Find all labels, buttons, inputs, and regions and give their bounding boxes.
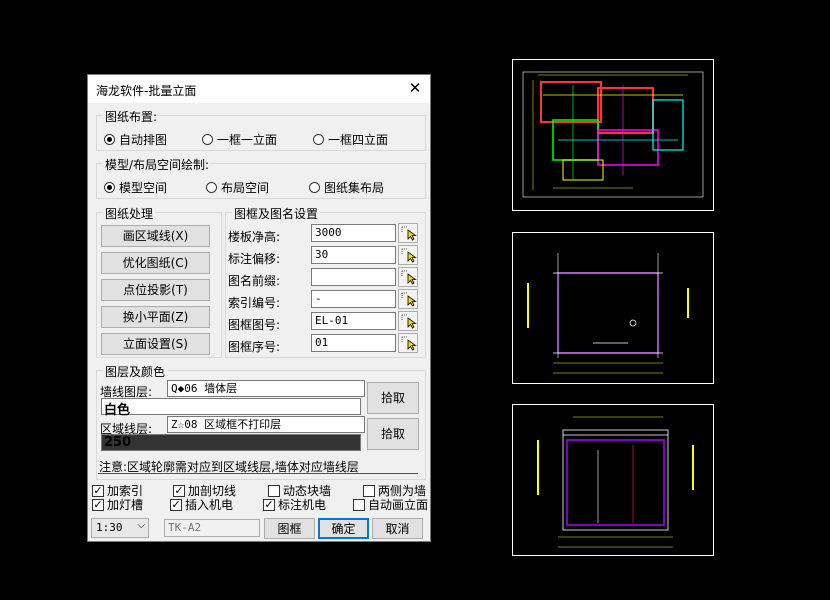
radio-dot	[309, 182, 320, 193]
floor-plan-drawing	[522, 71, 704, 198]
checkbox-annotate-mep[interactable]: ✓ 标注机电	[263, 496, 326, 513]
region-layer-input[interactable]: Z☆08 区域框不打印层	[167, 416, 365, 433]
radio-label: 自动排图	[119, 133, 168, 147]
pick-cursor-icon[interactable]	[398, 333, 418, 353]
dialog-title: 海龙软件-批量立面	[96, 84, 197, 98]
floor-height-input[interactable]: 3000	[311, 224, 396, 242]
frame-name-input[interactable]: TK-A2	[164, 519, 260, 537]
frame-serial-label: 图框序号:	[228, 340, 281, 354]
layout-group-label: 图纸布置:	[103, 108, 160, 125]
checkbox-box	[353, 498, 365, 511]
pick-cursor-icon[interactable]	[398, 289, 418, 309]
radio-model-space[interactable]: 模型空间	[104, 179, 167, 196]
dim-offset-label: 标注偏移:	[228, 252, 281, 266]
close-icon[interactable]: ✕	[406, 79, 424, 97]
pick-cursor-icon[interactable]	[398, 267, 418, 287]
batch-elevation-dialog: 海龙软件-批量立面 ✕ 图纸布置: 自动排图 一框一立面 一框四立面 模型/布局…	[87, 74, 431, 542]
draw-region-button[interactable]: 画区域线(X)	[101, 225, 210, 247]
checkbox-box: ✓	[92, 483, 104, 497]
pick-cursor-icon[interactable]	[398, 311, 418, 331]
frame-drawing-no-input[interactable]: EL-01	[311, 312, 396, 330]
radio-dot	[313, 134, 324, 145]
processing-group-label: 图纸处理	[103, 205, 156, 222]
wall-color-swatch[interactable]: 白色	[101, 398, 361, 418]
radio-label: 图纸集布局	[324, 181, 385, 195]
region-color-swatch[interactable]: 250	[101, 434, 361, 451]
scale-select[interactable]: 1:30 ⌵	[91, 518, 149, 538]
radio-dot	[206, 182, 217, 193]
checkbox-add-light-slot[interactable]: ✓ 加灯槽	[92, 496, 143, 513]
wall-color-name: 白色	[104, 403, 131, 418]
frame-settings-group-label: 图框及图名设置	[232, 205, 321, 222]
elevation-preview-2	[512, 404, 714, 556]
checkbox-box: ✓	[263, 497, 275, 511]
radio-dot	[104, 182, 115, 193]
name-prefix-input[interactable]	[311, 268, 396, 286]
pick-cursor-icon[interactable]	[398, 223, 418, 243]
checkbox-insert-mep[interactable]: ✓ 插入机电	[170, 496, 233, 513]
radio-one-frame-one[interactable]: 一框一立面	[202, 131, 277, 148]
elevation-settings-button[interactable]: 立面设置(S)	[101, 333, 210, 355]
floor-height-label: 楼板净高:	[228, 230, 281, 244]
dim-offset-input[interactable]: 30	[311, 246, 396, 264]
space-group-label: 模型/布局空间绘制:	[103, 156, 212, 173]
elevation-drawing-2	[537, 416, 694, 548]
pick-region-layer-button[interactable]: 拾取	[367, 418, 419, 450]
checkbox-label: 加灯槽	[107, 498, 144, 512]
radio-auto-layout[interactable]: 自动排图	[104, 131, 167, 148]
cancel-button[interactable]: 取消	[372, 518, 423, 539]
checkbox-box	[268, 484, 280, 497]
checkbox-box: ✓	[170, 497, 182, 511]
pick-cursor-icon[interactable]	[398, 245, 418, 265]
radio-dot	[202, 134, 213, 145]
elevation-drawing-1	[527, 253, 689, 374]
title-bar[interactable]: 海龙软件-批量立面 ✕	[88, 75, 430, 103]
name-prefix-label: 图名前缀:	[228, 274, 281, 288]
radio-dot	[104, 134, 115, 145]
radio-label: 一框一立面	[217, 133, 278, 147]
chevron-down-icon: ⌵	[137, 520, 145, 531]
layers-group-label: 图层及颜色	[103, 363, 168, 380]
wall-layer-input[interactable]: Q◆06 墙体层	[167, 380, 365, 397]
radio-label: 一框四立面	[328, 133, 389, 147]
note-underline	[98, 473, 418, 474]
radio-sheetset-layout[interactable]: 图纸集布局	[309, 179, 384, 196]
swap-plan-button[interactable]: 换小平面(Z)	[101, 306, 210, 328]
checkbox-box	[363, 484, 375, 497]
index-number-label: 索引编号:	[228, 296, 281, 310]
radio-layout-space[interactable]: 布局空间	[206, 179, 269, 196]
frame-drawing-no-label: 图框图号:	[228, 318, 281, 332]
checkbox-label: 插入机电	[185, 498, 234, 512]
checkbox-label: 自动画立面	[368, 498, 429, 512]
checkbox-auto-elevation[interactable]: 自动画立面	[353, 496, 428, 513]
ok-button[interactable]: 确定	[318, 518, 369, 539]
point-projection-button[interactable]: 点位投影(T)	[101, 279, 210, 301]
radio-label: 模型空间	[119, 181, 168, 195]
index-number-input[interactable]: -	[311, 290, 396, 308]
checkbox-box: ✓	[173, 483, 185, 497]
radio-label: 布局空间	[221, 181, 270, 195]
scale-value: 1:30	[96, 521, 123, 534]
floor-plan-preview	[512, 59, 714, 211]
elevation-preview-1	[512, 232, 714, 384]
region-color-name: 250	[104, 435, 132, 450]
radio-one-frame-four[interactable]: 一框四立面	[313, 131, 388, 148]
frame-serial-input[interactable]: 01	[311, 334, 396, 352]
checkbox-label: 标注机电	[278, 498, 327, 512]
pick-wall-layer-button[interactable]: 拾取	[367, 382, 419, 414]
optimize-drawing-button[interactable]: 优化图纸(C)	[101, 252, 210, 274]
frame-button[interactable]: 图框	[264, 518, 315, 539]
checkbox-box: ✓	[92, 497, 104, 511]
